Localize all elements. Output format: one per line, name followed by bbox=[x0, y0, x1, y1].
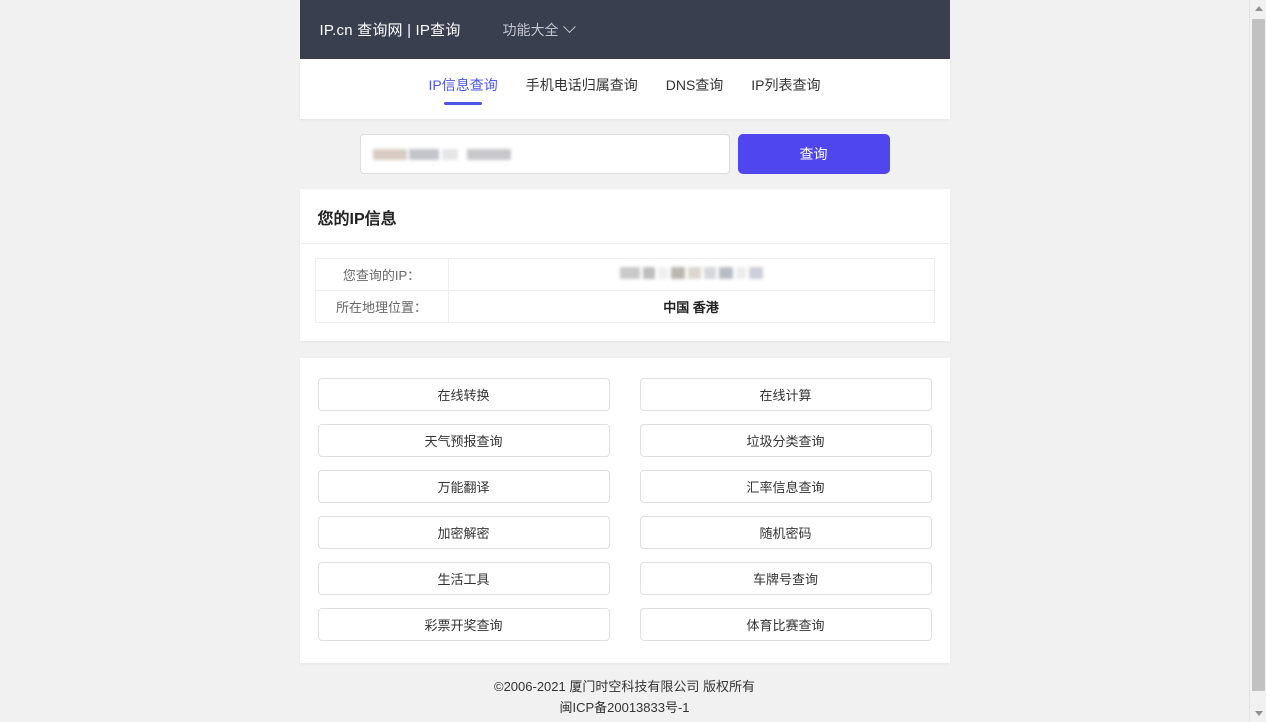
caret-up-icon bbox=[1254, 6, 1263, 11]
ip-info-table: 您查询的IP： 所在地理位置： 中国 香港 bbox=[314, 258, 935, 323]
table-row: 您查询的IP： bbox=[314, 258, 935, 291]
tool-button-translate[interactable]: 万能翻译 bbox=[317, 470, 610, 503]
row-label-location: 所在地理位置： bbox=[314, 290, 449, 323]
row-value-queried-ip bbox=[447, 258, 935, 291]
chevron-down-icon bbox=[562, 20, 576, 34]
ip-info-title: 您的IP信息 bbox=[299, 189, 950, 244]
tool-button-garbage-sorting[interactable]: 垃圾分类查询 bbox=[639, 424, 932, 457]
tools-card: 在线转换 在线计算 天气预报查询 垃圾分类查询 万能翻译 汇率信息查询 加密解密… bbox=[299, 358, 950, 663]
footer-copyright: ©2006-2021 厦门时空科技有限公司 版权所有 bbox=[494, 679, 755, 694]
tab-phone-lookup[interactable]: 手机电话归属查询 bbox=[525, 73, 639, 105]
tool-button-lottery[interactable]: 彩票开奖查询 bbox=[317, 608, 610, 641]
tool-button-random-password[interactable]: 随机密码 bbox=[639, 516, 932, 549]
tool-button-encrypt-decrypt[interactable]: 加密解密 bbox=[317, 516, 610, 549]
tool-button-weather[interactable]: 天气预报查询 bbox=[317, 424, 610, 457]
caret-down-icon bbox=[1254, 711, 1263, 716]
redacted-ip-value bbox=[619, 267, 763, 279]
redacted-placeholder-part bbox=[441, 148, 458, 160]
scrollbar-thumb[interactable] bbox=[1252, 19, 1265, 691]
browser-viewport: IP.cn 查询网 | IP查询 功能大全 IP信息查询 手机电话归属查询 DN… bbox=[0, 0, 1249, 722]
tab-dns-lookup[interactable]: DNS查询 bbox=[665, 73, 725, 105]
page-container: IP.cn 查询网 | IP查询 功能大全 IP信息查询 手机电话归属查询 DN… bbox=[299, 0, 950, 722]
nav-menu-functions[interactable]: 功能大全 bbox=[502, 20, 576, 40]
ip-search-input[interactable] bbox=[359, 134, 730, 174]
tab-ip-info[interactable]: IP信息查询 bbox=[427, 73, 498, 105]
row-label-queried-ip: 您查询的IP： bbox=[314, 258, 449, 291]
footer-contact-email: 164728999@qq.com bbox=[300, 718, 950, 722]
tool-button-exchange-rate[interactable]: 汇率信息查询 bbox=[639, 470, 932, 503]
row-value-location: 中国 香港 bbox=[447, 290, 935, 323]
tool-button-life-tools[interactable]: 生活工具 bbox=[317, 562, 610, 595]
nav-menu-functions-label: 功能大全 bbox=[502, 21, 559, 38]
ip-info-card: 您的IP信息 您查询的IP： 所在地理位置： 中国 香港 bbox=[299, 189, 950, 341]
search-row: 查询 bbox=[300, 119, 950, 189]
tab-ip-list[interactable]: IP列表查询 bbox=[750, 73, 821, 105]
vertical-scrollbar[interactable] bbox=[1249, 0, 1266, 722]
tool-button-sports[interactable]: 体育比赛查询 bbox=[639, 608, 932, 641]
tool-button-license-plate[interactable]: 车牌号查询 bbox=[639, 562, 932, 595]
scroll-down-button[interactable] bbox=[1250, 705, 1266, 722]
redacted-placeholder-part bbox=[466, 148, 511, 160]
query-button[interactable]: 查询 bbox=[737, 134, 890, 174]
site-brand-link[interactable]: IP.cn 查询网 | IP查询 bbox=[320, 19, 461, 40]
tab-bar: IP信息查询 手机电话归属查询 DNS查询 IP列表查询 bbox=[299, 59, 950, 119]
footer-icp-license[interactable]: 闽ICP备20013833号-1 bbox=[300, 697, 950, 718]
table-row: 所在地理位置： 中国 香港 bbox=[314, 290, 935, 323]
scroll-up-button[interactable] bbox=[1250, 0, 1266, 17]
tools-grid: 在线转换 在线计算 天气预报查询 垃圾分类查询 万能翻译 汇率信息查询 加密解密… bbox=[317, 378, 932, 641]
tool-button-online-convert[interactable]: 在线转换 bbox=[317, 378, 610, 411]
top-navbar: IP.cn 查询网 | IP查询 功能大全 bbox=[299, 0, 950, 59]
tool-button-online-calc[interactable]: 在线计算 bbox=[639, 378, 932, 411]
page-footer: ©2006-2021 厦门时空科技有限公司 版权所有 闽ICP备20013833… bbox=[300, 663, 950, 722]
redacted-placeholder-part bbox=[372, 148, 407, 160]
redacted-placeholder-part bbox=[408, 148, 439, 160]
